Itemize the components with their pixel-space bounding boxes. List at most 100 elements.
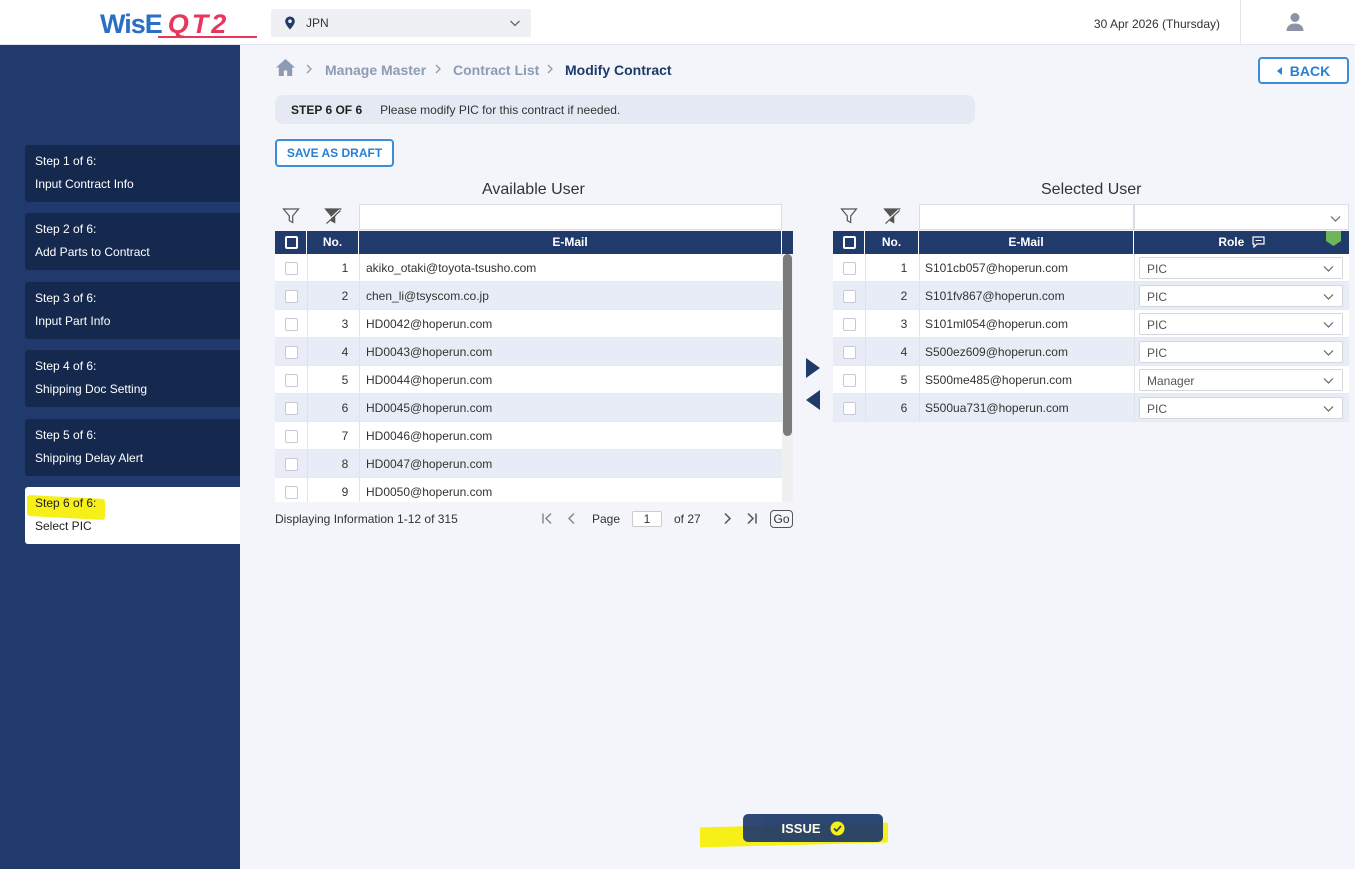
role-select[interactable]: PIC <box>1139 285 1343 307</box>
row-checkbox[interactable] <box>843 346 856 359</box>
role-select[interactable]: Manager <box>1139 369 1343 391</box>
row-number: 1 <box>341 261 349 275</box>
col-role[interactable]: Role <box>1134 231 1349 254</box>
step-number: Step 4 of 6: <box>35 359 97 373</box>
role-select[interactable]: PIC <box>1139 397 1343 419</box>
available-scrollbar[interactable] <box>782 254 793 502</box>
prev-page-icon[interactable] <box>565 512 577 525</box>
select-all-cell <box>275 231 307 254</box>
available-table-row[interactable]: 7 HD0046@hoperun.com <box>275 422 782 450</box>
filter-icon[interactable] <box>840 207 858 225</box>
step-4-shipping-doc[interactable]: Step 4 of 6: Shipping Doc Setting <box>25 350 240 407</box>
col-no[interactable]: No. <box>865 231 919 254</box>
col-divider <box>307 338 308 366</box>
chevron-down-icon <box>1323 406 1334 412</box>
step-1-input-contract-info[interactable]: Step 1 of 6: Input Contract Info <box>25 145 240 202</box>
role-select[interactable]: PIC <box>1139 313 1343 335</box>
role-filter-select[interactable] <box>1134 204 1349 230</box>
step-2-add-parts[interactable]: Step 2 of 6: Add Parts to Contract <box>25 213 240 270</box>
row-checkbox[interactable] <box>843 318 856 331</box>
filter-icon[interactable] <box>282 207 300 225</box>
row-checkbox[interactable] <box>285 458 298 471</box>
move-left-icon[interactable] <box>806 390 820 410</box>
available-email-filter-input[interactable] <box>359 204 782 230</box>
go-button[interactable]: Go <box>770 510 793 528</box>
available-table-body: 1 akiko_otaki@toyota-tsusho.com 2 chen_li@t… <box>275 254 782 502</box>
clear-filter-icon[interactable] <box>883 207 901 225</box>
scrollbar-thumb[interactable] <box>783 254 792 436</box>
selected-table-row[interactable]: 3 S101ml054@hoperun.com PIC <box>833 310 1349 338</box>
row-email: S101ml054@hoperun.com <box>925 317 1068 331</box>
row-number: 1 <box>900 261 908 275</box>
role-select[interactable]: PIC <box>1139 257 1343 279</box>
chevron-right-icon <box>306 64 312 74</box>
clear-filter-icon[interactable] <box>324 207 342 225</box>
bookmark-flag-icon <box>1326 231 1341 246</box>
save-as-draft-button[interactable]: SAVE AS DRAFT <box>275 139 394 167</box>
role-value: Manager <box>1147 374 1195 388</box>
row-checkbox[interactable] <box>285 262 298 275</box>
step-number: Step 2 of 6: <box>35 222 97 236</box>
selected-table-row[interactable]: 4 S500ez609@hoperun.com PIC <box>833 338 1349 366</box>
selected-email-filter-input[interactable] <box>919 204 1134 230</box>
col-email[interactable]: E-Mail <box>919 231 1134 254</box>
region-select[interactable]: JPN <box>271 9 531 37</box>
row-email: HD0044@hoperun.com <box>366 373 493 387</box>
col-divider <box>865 366 866 394</box>
row-checkbox[interactable] <box>843 262 856 275</box>
row-email: S500ez609@hoperun.com <box>925 345 1068 359</box>
wiseqt2-logo[interactable]: WisE QT2 <box>100 6 257 40</box>
col-divider <box>865 394 866 422</box>
caret-left-icon <box>1276 66 1282 75</box>
row-checkbox[interactable] <box>285 486 298 499</box>
step-5-shipping-delay[interactable]: Step 5 of 6: Shipping Delay Alert <box>25 419 240 476</box>
available-table-row[interactable]: 2 chen_li@tsyscom.co.jp <box>275 282 782 310</box>
location-pin-icon <box>285 16 295 30</box>
row-checkbox[interactable] <box>285 290 298 303</box>
next-page-icon[interactable] <box>722 512 734 525</box>
role-value: PIC <box>1147 318 1168 332</box>
issue-button[interactable]: ISSUE <box>743 814 883 842</box>
available-table-row[interactable]: 1 akiko_otaki@toyota-tsusho.com <box>275 254 782 282</box>
step-3-input-part-info[interactable]: Step 3 of 6: Input Part Info <box>25 282 240 339</box>
user-account-icon[interactable] <box>1286 12 1304 32</box>
breadcrumb-contract-list[interactable]: Contract List <box>453 62 539 78</box>
selected-table-row[interactable]: 1 S101cb057@hoperun.com PIC <box>833 254 1349 282</box>
selected-table-row[interactable]: 5 S500me485@hoperun.com Manager <box>833 366 1349 394</box>
last-page-icon[interactable] <box>746 512 758 525</box>
row-checkbox[interactable] <box>843 402 856 415</box>
move-right-icon[interactable] <box>806 358 820 378</box>
select-all-checkbox[interactable] <box>843 236 856 249</box>
available-table-row[interactable]: 9 HD0050@hoperun.com <box>275 478 782 502</box>
selected-table-row[interactable]: 2 S101fv867@hoperun.com PIC <box>833 282 1349 310</box>
row-checkbox[interactable] <box>285 402 298 415</box>
select-all-checkbox[interactable] <box>285 236 298 249</box>
page-number-input[interactable]: 1 <box>632 511 662 527</box>
issue-label: ISSUE <box>781 820 821 836</box>
available-table-row[interactable]: 8 HD0047@hoperun.com <box>275 450 782 478</box>
col-divider <box>359 366 360 394</box>
first-page-icon[interactable] <box>541 512 553 525</box>
role-select[interactable]: PIC <box>1139 341 1343 363</box>
row-checkbox[interactable] <box>285 346 298 359</box>
selected-table-row[interactable]: 6 S500ua731@hoperun.com PIC <box>833 394 1349 422</box>
row-number: 5 <box>341 373 349 387</box>
col-email[interactable]: E-Mail <box>359 231 782 254</box>
back-label: BACK <box>1289 62 1331 79</box>
row-checkbox[interactable] <box>285 374 298 387</box>
available-table-row[interactable]: 5 HD0044@hoperun.com <box>275 366 782 394</box>
row-checkbox[interactable] <box>285 318 298 331</box>
check-circle-icon <box>830 821 844 835</box>
home-icon[interactable] <box>275 58 296 77</box>
row-email: S500ua731@hoperun.com <box>925 401 1069 415</box>
breadcrumb-manage-master[interactable]: Manage Master <box>325 62 426 78</box>
available-table-row[interactable]: 6 HD0045@hoperun.com <box>275 394 782 422</box>
col-no[interactable]: No. <box>307 231 359 254</box>
back-button[interactable]: BACK <box>1258 57 1349 84</box>
available-table-row[interactable]: 4 HD0043@hoperun.com <box>275 338 782 366</box>
row-checkbox[interactable] <box>843 290 856 303</box>
col-divider <box>919 394 920 422</box>
row-checkbox[interactable] <box>285 430 298 443</box>
row-checkbox[interactable] <box>843 374 856 387</box>
available-table-row[interactable]: 3 HD0042@hoperun.com <box>275 310 782 338</box>
